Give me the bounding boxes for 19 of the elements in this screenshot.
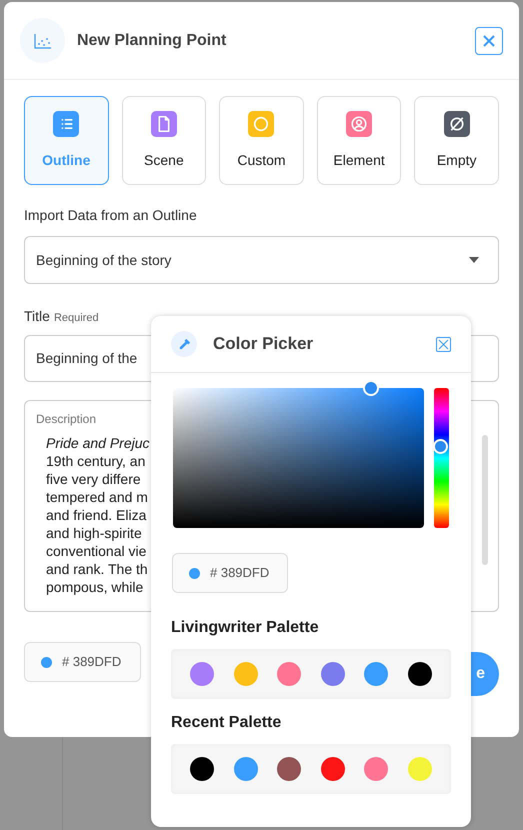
description-text: conventional vie [46,542,146,560]
title-label: Title [24,307,50,326]
import-label: Import Data from an Outline [24,206,198,225]
required-hint: Required [54,311,99,326]
palette-title: Livingwriter Palette [171,618,320,638]
description-text: five very differe [46,470,141,488]
description-text: 19th century, an [46,452,146,470]
color-value: # 389DFD [62,653,122,672]
description-text: tempered and m [46,488,148,506]
dialog-title: New Planning Point [77,30,226,50]
description-text: Pride and Prejuc [46,434,150,452]
description-text: and friend. Eliza [46,506,146,524]
description-text: and rank. The th [46,560,148,578]
description-text: pompous, while [46,578,144,596]
picker-title: Color Picker [213,333,314,356]
palette-title: Recent Palette [171,713,282,733]
description-label: Description [36,411,98,428]
description-text: and high-spirite [46,524,142,542]
hex-value: # 389DFD [210,564,270,582]
